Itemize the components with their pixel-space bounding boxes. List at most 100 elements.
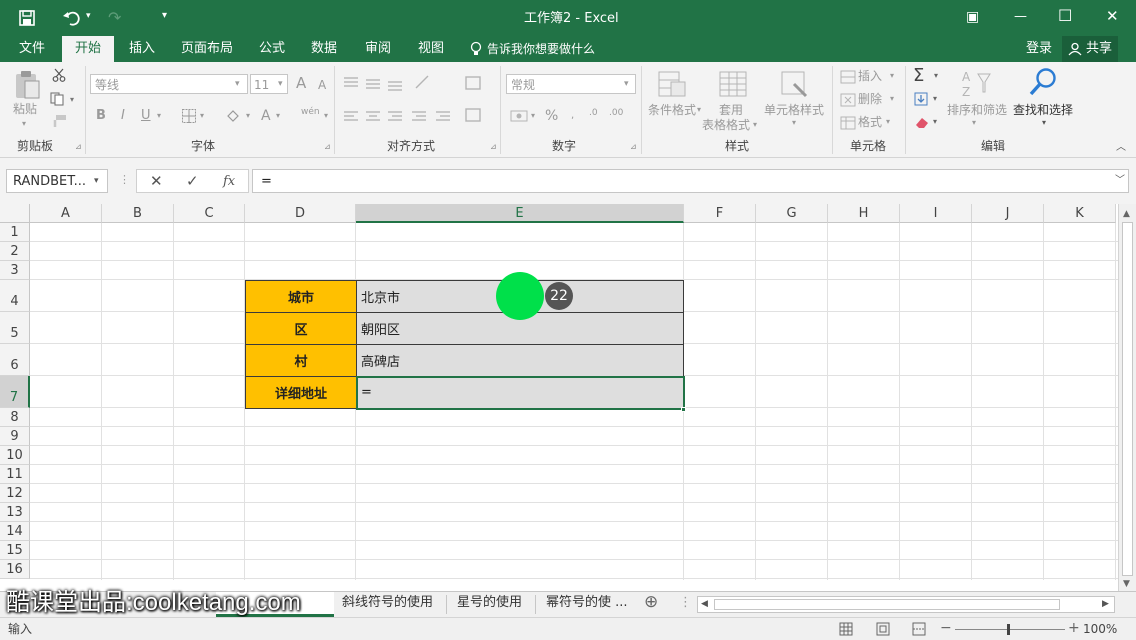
row-header-15[interactable]: 15 [0, 541, 30, 560]
minimize-icon[interactable]: — [1014, 10, 1027, 23]
column-header-k[interactable]: K [1044, 204, 1116, 223]
worksheet-grid[interactable]: ABCDEFGHIJK 1 2 3 4 5 6 7 8 9 10 11 12 13 14 15 16 城市 北… [0, 204, 1118, 580]
percent-icon[interactable]: % [545, 109, 558, 123]
value-cell-village[interactable]: 高碑店 [356, 344, 684, 377]
close-icon[interactable]: ✕ [1106, 9, 1119, 24]
sheet-tab-slash[interactable]: 斜线符号的使用 [342, 596, 433, 609]
shrink-font-icon[interactable]: A [318, 79, 326, 91]
decrease-decimal-icon[interactable]: .00 [609, 109, 623, 118]
normal-view-icon[interactable] [839, 622, 853, 636]
find-select-label[interactable]: 查找和选择 [1013, 104, 1073, 116]
underline-icon[interactable]: U [141, 109, 151, 122]
zoom-level[interactable]: 100% [1083, 623, 1117, 635]
copy-icon[interactable] [50, 92, 66, 106]
cell-styles-icon[interactable] [780, 70, 810, 100]
scroll-left-icon[interactable]: ◀ [701, 600, 708, 609]
label-cell-district[interactable]: 区 [245, 312, 357, 345]
page-layout-view-icon[interactable] [876, 622, 890, 636]
italic-icon[interactable]: I [121, 109, 125, 122]
format-painter-icon[interactable] [51, 114, 67, 128]
undo-dropdown-icon[interactable]: ▾ [86, 12, 91, 21]
vertical-scrollbar[interactable]: ▲ ▼ [1118, 204, 1136, 591]
underline-dropdown-icon[interactable]: ▾ [157, 112, 161, 120]
tab-formulas[interactable]: 公式 [259, 42, 285, 55]
format-cells-icon[interactable] [840, 116, 856, 130]
select-all-corner[interactable] [0, 204, 30, 223]
tab-insert[interactable]: 插入 [129, 42, 155, 55]
find-select-dropdown-icon[interactable]: ▾ [1042, 119, 1046, 127]
collapse-ribbon-icon[interactable]: ︿ [1116, 143, 1126, 153]
sheet-tab-asterisk[interactable]: 星号的使用 [457, 596, 522, 609]
login-link[interactable]: 登录 [1026, 42, 1052, 55]
tab-home-active[interactable]: 开始 [62, 36, 114, 62]
column-header-j[interactable]: J [972, 204, 1044, 223]
row-header-7[interactable]: 7 [0, 376, 30, 408]
tab-page-layout[interactable]: 页面布局 [181, 42, 233, 55]
tab-data[interactable]: 数据 [311, 42, 337, 55]
zoom-slider-thumb[interactable] [1007, 624, 1010, 635]
row-header-10[interactable]: 10 [0, 446, 30, 465]
paste-icon[interactable] [13, 70, 41, 100]
column-header-g[interactable]: G [756, 204, 828, 223]
save-icon[interactable] [18, 9, 36, 27]
format-as-table-icon[interactable] [718, 70, 748, 100]
zoom-in-icon[interactable]: + [1068, 621, 1080, 635]
enter-check-icon[interactable]: ✓ [186, 174, 199, 189]
row-header-9[interactable]: 9 [0, 427, 30, 446]
autosum-dropdown-icon[interactable]: ▾ [934, 72, 938, 80]
font-name-dropdown-icon[interactable]: ▾ [235, 80, 240, 89]
fill-down-icon[interactable] [914, 92, 928, 106]
fill-handle[interactable] [681, 407, 686, 412]
column-header-i[interactable]: I [900, 204, 972, 223]
grow-font-icon[interactable]: A [296, 76, 306, 91]
row-header-8[interactable]: 8 [0, 408, 30, 427]
cell-styles-dropdown-icon[interactable]: ▾ [792, 119, 796, 127]
sort-filter-icon[interactable]: AZ [960, 68, 992, 100]
undo-icon[interactable] [62, 9, 80, 27]
fill-color-icon[interactable] [225, 108, 241, 124]
font-launcher-icon[interactable]: ⊿ [324, 143, 331, 151]
customize-qat-icon[interactable]: ▾ [162, 11, 167, 21]
paste-dropdown-icon[interactable]: ▾ [22, 120, 26, 128]
maximize-icon[interactable]: ☐ [1058, 8, 1072, 24]
tell-me-search[interactable]: 告诉我你想要做什么 [487, 43, 595, 55]
column-header-c[interactable]: C [174, 204, 245, 223]
currency-dropdown-icon[interactable]: ▾ [531, 112, 535, 120]
tab-review[interactable]: 审阅 [365, 42, 391, 55]
format-cells-label[interactable]: 格式 [858, 116, 882, 128]
row-header-3[interactable]: 3 [0, 261, 30, 280]
copy-dropdown-icon[interactable]: ▾ [70, 96, 74, 104]
vertical-scroll-thumb[interactable] [1122, 222, 1133, 576]
name-box-dropdown-icon[interactable]: ▾ [94, 177, 99, 186]
fill-color-dropdown-icon[interactable]: ▾ [246, 112, 250, 120]
insert-cells-label[interactable]: 插入 [858, 70, 882, 82]
alignment-icons[interactable] [342, 74, 502, 130]
row-header-2[interactable]: 2 [0, 242, 30, 261]
zoom-slider-track[interactable] [955, 629, 1065, 630]
scroll-up-icon[interactable]: ▲ [1123, 210, 1130, 219]
find-search-icon[interactable] [1028, 67, 1058, 99]
format-as-table-dropdown-icon[interactable]: ▾ [753, 121, 757, 129]
font-color-icon[interactable]: A [261, 109, 271, 123]
number-launcher-icon[interactable]: ⊿ [630, 143, 637, 151]
delete-cells-label[interactable]: 删除 [858, 93, 882, 105]
alignment-launcher-icon[interactable]: ⊿ [490, 143, 497, 151]
font-color-dropdown-icon[interactable]: ▾ [276, 112, 280, 120]
increase-decimal-icon[interactable]: .0 [589, 109, 598, 118]
insert-function-icon[interactable]: fx [223, 175, 235, 188]
column-header-e[interactable]: E [356, 204, 684, 223]
tab-file[interactable]: 文件 [19, 42, 45, 55]
autosum-icon[interactable]: Σ [913, 67, 924, 85]
phonetic-dropdown-icon[interactable]: ▾ [324, 112, 328, 120]
label-cell-village[interactable]: 村 [245, 344, 357, 377]
insert-cells-dropdown-icon[interactable]: ▾ [890, 72, 894, 80]
conditional-formatting-icon[interactable] [657, 70, 687, 100]
scroll-right-icon[interactable]: ▶ [1102, 600, 1109, 609]
row-header-4[interactable]: 4 [0, 280, 30, 312]
comma-style-icon[interactable]: , [571, 111, 574, 121]
borders-dropdown-icon[interactable]: ▾ [200, 112, 204, 120]
clipboard-launcher-icon[interactable]: ⊿ [75, 143, 82, 151]
label-cell-city[interactable]: 城市 [245, 280, 357, 313]
cut-icon[interactable] [52, 68, 66, 82]
delete-cells-dropdown-icon[interactable]: ▾ [890, 95, 894, 103]
